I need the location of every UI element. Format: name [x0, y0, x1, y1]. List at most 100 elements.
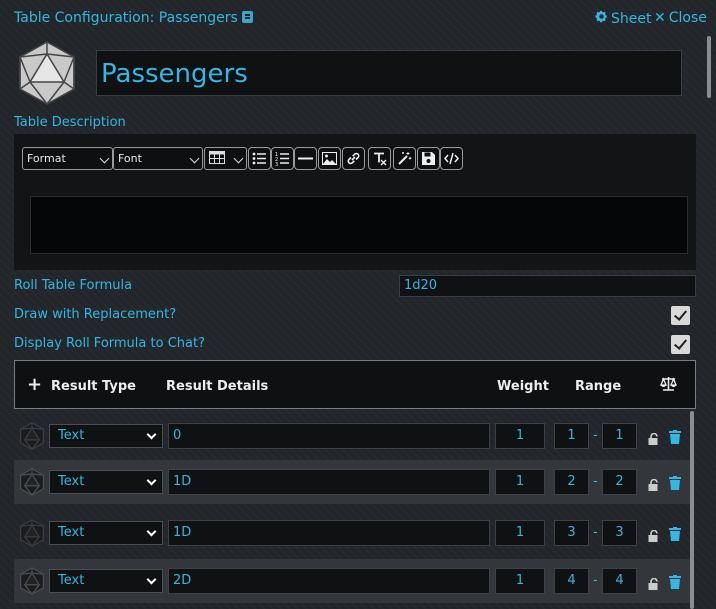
header-result-type: Result Type	[51, 379, 136, 394]
bullet-list-button[interactable]	[248, 147, 271, 170]
format-select[interactable]: Format	[22, 147, 113, 170]
unlock-icon[interactable]	[648, 575, 660, 590]
format-select-label: Format	[27, 152, 66, 165]
save-button[interactable]	[417, 147, 440, 170]
link-icon	[347, 152, 360, 165]
weight-input[interactable]: 1	[495, 520, 545, 546]
add-result-button[interactable]: +	[27, 374, 42, 395]
result-type-select[interactable]: Text	[49, 424, 163, 448]
font-select-label: Font	[118, 152, 142, 165]
result-type-value: Text	[58, 428, 85, 443]
table-description-label: Table Description	[14, 115, 126, 130]
insert-image-button[interactable]	[318, 147, 341, 170]
header-result-details: Result Details	[166, 379, 269, 394]
range-separator: -	[593, 428, 598, 443]
result-type-select[interactable]: Text	[49, 569, 163, 593]
display-formula-label: Display Roll Formula to Chat?	[14, 336, 205, 351]
magic-wand-button[interactable]	[393, 147, 416, 170]
unlock-icon[interactable]	[648, 527, 660, 542]
range-separator: -	[593, 525, 598, 540]
roll-formula-label: Roll Table Formula	[14, 278, 133, 293]
weight-input[interactable]: 1	[495, 568, 545, 594]
draw-replacement-label: Draw with Replacement?	[14, 307, 177, 322]
range-low-input[interactable]: 1	[554, 423, 589, 449]
range-high-input[interactable]: 1	[602, 423, 637, 449]
trash-icon[interactable]	[669, 574, 681, 589]
table-row: Text 1D 1 3 - 3	[14, 511, 690, 555]
chevron-down-icon	[233, 153, 244, 164]
result-details-input[interactable]: 2D	[168, 568, 490, 594]
table-image-d20-icon[interactable]	[16, 40, 78, 106]
d20-icon[interactable]	[18, 468, 46, 497]
magic-wand-icon	[398, 152, 412, 165]
description-editor: Format Font 123	[14, 134, 696, 270]
result-type-value: Text	[58, 474, 85, 489]
clear-format-button[interactable]	[368, 147, 391, 170]
header-range: Range	[575, 379, 622, 394]
d20-icon[interactable]	[18, 422, 46, 451]
unlock-icon[interactable]	[648, 430, 660, 445]
result-type-value: Text	[58, 525, 85, 540]
draw-replacement-checkbox[interactable]	[671, 306, 690, 325]
result-details-input[interactable]: 1D	[168, 469, 490, 495]
gear-icon	[595, 10, 608, 27]
trash-icon[interactable]	[669, 526, 681, 541]
numbered-list-button[interactable]: 123	[271, 147, 294, 170]
results-scrollbar[interactable]	[690, 411, 694, 609]
horizontal-rule-icon	[298, 157, 313, 160]
close-label: Close	[668, 10, 707, 26]
d20-icon[interactable]	[18, 567, 46, 596]
result-details-input[interactable]: 0	[168, 423, 490, 449]
results-header: + Result Type Result Details Weight Rang…	[14, 360, 696, 409]
chevron-down-icon	[99, 153, 110, 164]
table-insert-select[interactable]	[204, 147, 247, 170]
trash-icon[interactable]	[669, 429, 681, 444]
balance-scale-icon	[660, 377, 677, 391]
source-code-button[interactable]	[440, 147, 463, 170]
chevron-down-icon	[146, 475, 157, 486]
roll-formula-input[interactable]: 1d20	[399, 275, 696, 297]
sheet-label: Sheet	[611, 11, 652, 27]
result-type-select[interactable]: Text	[49, 521, 163, 545]
chevron-down-icon	[146, 574, 157, 585]
window-title-text: Table Configuration: Passengers	[14, 10, 238, 26]
sheet-button[interactable]: Sheet	[595, 10, 651, 27]
insert-link-button[interactable]	[342, 147, 365, 170]
range-low-input[interactable]: 4	[554, 568, 589, 594]
horizontal-rule-button[interactable]	[294, 147, 317, 170]
range-separator: -	[593, 573, 598, 588]
chevron-down-icon	[146, 429, 157, 440]
trash-icon[interactable]	[669, 475, 681, 490]
range-low-input[interactable]: 3	[554, 520, 589, 546]
window-title: Table Configuration: Passengers	[14, 10, 253, 26]
range-high-input[interactable]: 3	[602, 520, 637, 546]
close-button[interactable]: ✕ Close	[654, 10, 707, 26]
display-formula-checkbox[interactable]	[671, 335, 690, 354]
svg-text:3: 3	[275, 162, 278, 166]
font-select[interactable]: Font	[113, 147, 203, 170]
result-type-select[interactable]: Text	[49, 470, 163, 494]
normalize-weights-button[interactable]	[660, 376, 677, 396]
header-weight: Weight	[497, 379, 549, 394]
range-low-input[interactable]: 2	[554, 469, 589, 495]
clear-format-icon	[374, 152, 387, 166]
weight-input[interactable]: 1	[495, 423, 545, 449]
window-header: Table Configuration: Passengers Sheet ✕ C…	[0, 0, 716, 36]
range-high-input[interactable]: 4	[602, 568, 637, 594]
window-scrollbar[interactable]	[707, 36, 711, 98]
close-icon: ✕	[654, 10, 666, 26]
description-text-area[interactable]	[30, 196, 688, 254]
weight-input[interactable]: 1	[495, 469, 545, 495]
result-type-value: Text	[58, 573, 85, 588]
table-name-input[interactable]: Passengers	[96, 50, 682, 96]
chevron-down-icon	[146, 526, 157, 537]
table-row: Text 1D 1 2 - 2	[14, 460, 690, 504]
range-high-input[interactable]: 2	[602, 469, 637, 495]
d20-icon[interactable]	[18, 519, 46, 548]
save-icon	[422, 152, 435, 165]
plus-icon: +	[27, 374, 43, 395]
unlock-icon[interactable]	[648, 476, 660, 491]
table-row: Text 0 1 1 - 1	[14, 414, 690, 458]
chevron-down-icon	[189, 153, 200, 164]
result-details-input[interactable]: 1D	[168, 520, 490, 546]
